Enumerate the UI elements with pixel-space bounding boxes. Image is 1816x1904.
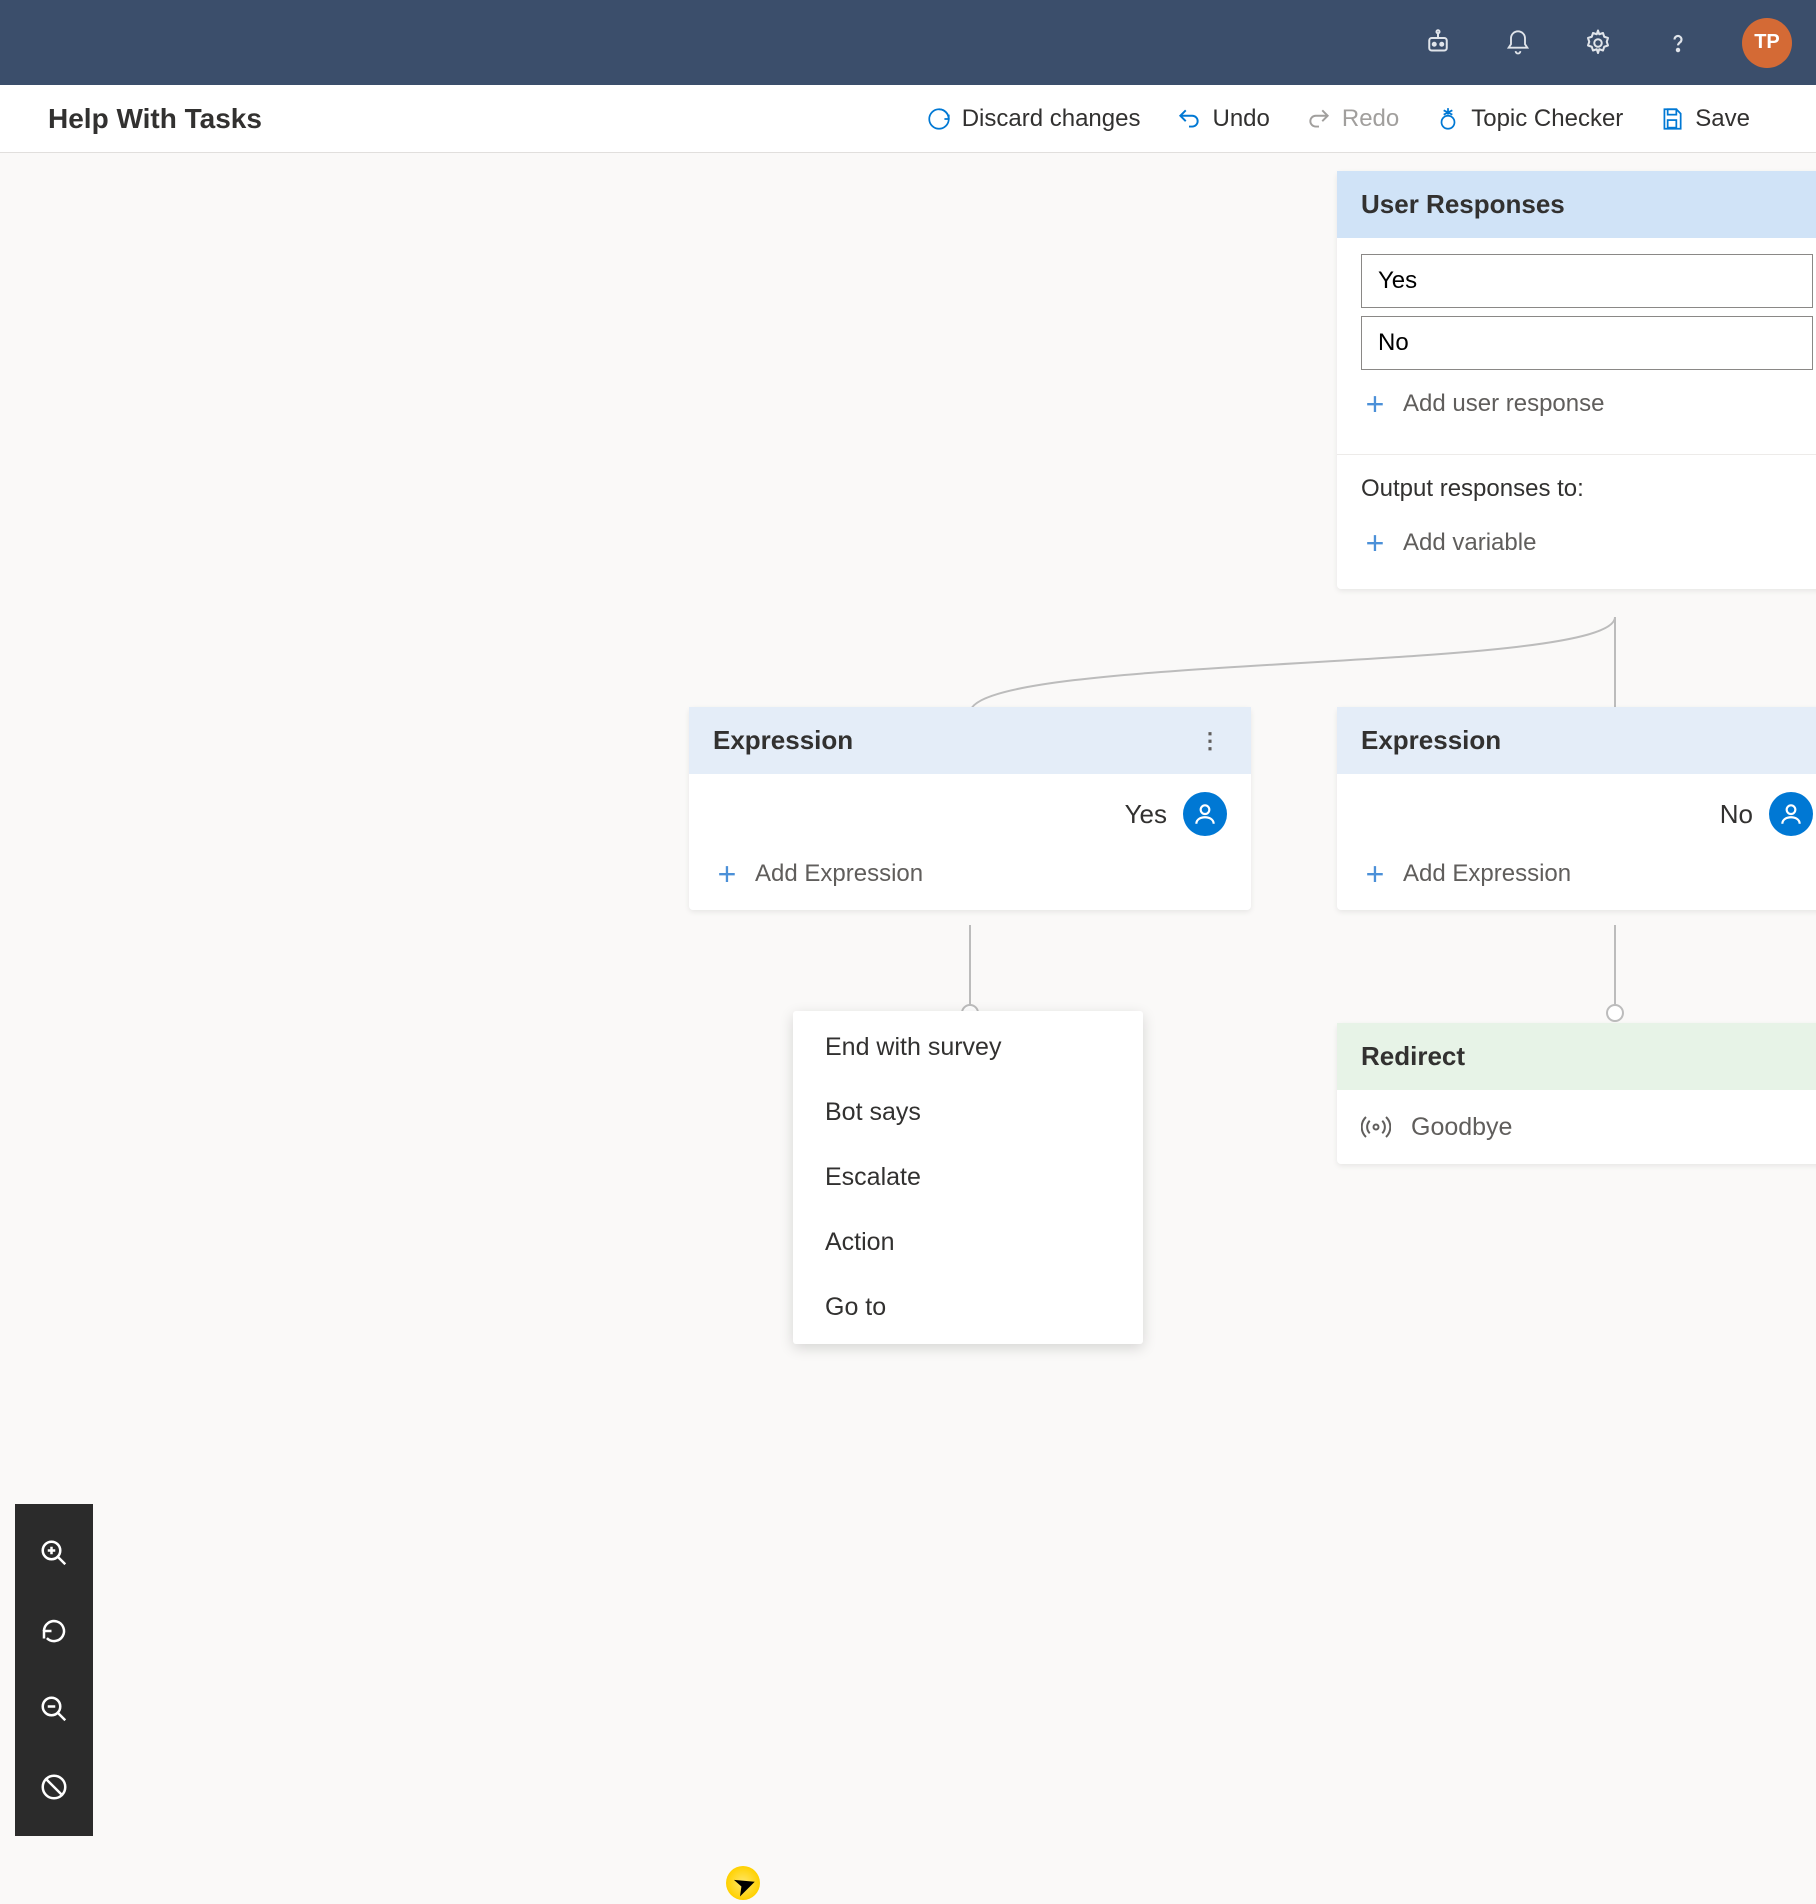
- menu-item-action[interactable]: Action: [793, 1210, 1143, 1275]
- add-user-response-button[interactable]: + Add user response: [1361, 378, 1813, 430]
- bot-icon[interactable]: [1422, 27, 1454, 59]
- avatar[interactable]: TP: [1742, 18, 1792, 68]
- user-response-input-0[interactable]: [1361, 254, 1813, 308]
- redirect-target: Goodbye: [1411, 1113, 1512, 1142]
- user-responses-header: User Responses: [1337, 171, 1816, 238]
- plus-icon: +: [1361, 390, 1389, 418]
- redo-button: Redo: [1288, 97, 1417, 141]
- plus-icon: +: [713, 860, 741, 888]
- zoom-out-button[interactable]: [15, 1670, 93, 1748]
- user-responses-panel: User Responses + Add user response Outpu…: [1337, 171, 1816, 589]
- add-expression-label: Add Expression: [755, 860, 923, 888]
- cursor-highlight: [726, 1866, 760, 1900]
- redirect-panel: Redirect Goodbye: [1337, 1023, 1816, 1164]
- expression-title: Expression: [713, 725, 853, 756]
- plus-icon: +: [1361, 860, 1389, 888]
- plus-icon: +: [1361, 529, 1389, 557]
- redo-label: Redo: [1342, 105, 1399, 133]
- add-user-response-label: Add user response: [1403, 390, 1604, 418]
- person-icon: [1183, 792, 1227, 836]
- output-responses-label: Output responses to:: [1361, 475, 1813, 503]
- cursor-icon: ➤: [728, 1865, 761, 1904]
- zoom-in-button[interactable]: [15, 1514, 93, 1592]
- expression-header: Expression: [1337, 707, 1816, 774]
- add-expression-button[interactable]: + Add Expression: [1337, 846, 1816, 910]
- expression-panel-yes: Expression ⋮ Yes + Add Expression: [689, 707, 1251, 910]
- redirect-header: Redirect: [1337, 1023, 1816, 1090]
- undo-button[interactable]: Undo: [1158, 97, 1287, 141]
- expression-value: Yes: [1125, 799, 1167, 830]
- save-button[interactable]: Save: [1641, 97, 1768, 141]
- gear-icon[interactable]: [1582, 27, 1614, 59]
- reset-zoom-button[interactable]: [15, 1592, 93, 1670]
- app-header: TP: [0, 0, 1816, 85]
- menu-item-end-survey[interactable]: End with survey: [793, 1015, 1143, 1080]
- user-responses-title: User Responses: [1361, 189, 1565, 220]
- discard-button[interactable]: Discard changes: [908, 97, 1159, 141]
- fit-button[interactable]: [15, 1748, 93, 1826]
- more-icon[interactable]: ⋮: [1193, 726, 1227, 756]
- add-expression-button[interactable]: + Add Expression: [689, 846, 1251, 910]
- broadcast-icon: [1361, 1112, 1391, 1142]
- add-expression-label: Add Expression: [1403, 860, 1571, 888]
- add-variable-button[interactable]: + Add variable: [1361, 517, 1813, 569]
- add-variable-label: Add variable: [1403, 529, 1536, 557]
- menu-item-go-to[interactable]: Go to: [793, 1275, 1143, 1340]
- topic-checker-label: Topic Checker: [1471, 105, 1623, 133]
- expression-header: Expression ⋮: [689, 707, 1251, 774]
- node-action-menu: End with survey Bot says Escalate Action…: [793, 1011, 1143, 1344]
- zoom-toolbar: [15, 1504, 93, 1836]
- discard-label: Discard changes: [962, 105, 1141, 133]
- undo-label: Undo: [1212, 105, 1269, 133]
- expression-value: No: [1720, 799, 1753, 830]
- expression-panel-no: Expression No + Add Expression: [1337, 707, 1816, 910]
- expression-title: Expression: [1361, 725, 1501, 756]
- user-response-input-1[interactable]: [1361, 316, 1813, 370]
- menu-item-escalate[interactable]: Escalate: [793, 1145, 1143, 1210]
- page-title: Help With Tasks: [48, 103, 262, 135]
- editor-toolbar: Help With Tasks Discard changes Undo Red…: [0, 85, 1816, 153]
- save-label: Save: [1695, 105, 1750, 133]
- topic-checker-button[interactable]: Topic Checker: [1417, 97, 1641, 141]
- help-icon[interactable]: [1662, 27, 1694, 59]
- canvas[interactable]: User Responses + Add user response Outpu…: [0, 153, 1816, 1860]
- redirect-title: Redirect: [1361, 1041, 1465, 1072]
- menu-item-bot-says[interactable]: Bot says: [793, 1080, 1143, 1145]
- person-icon: [1769, 792, 1813, 836]
- bell-icon[interactable]: [1502, 27, 1534, 59]
